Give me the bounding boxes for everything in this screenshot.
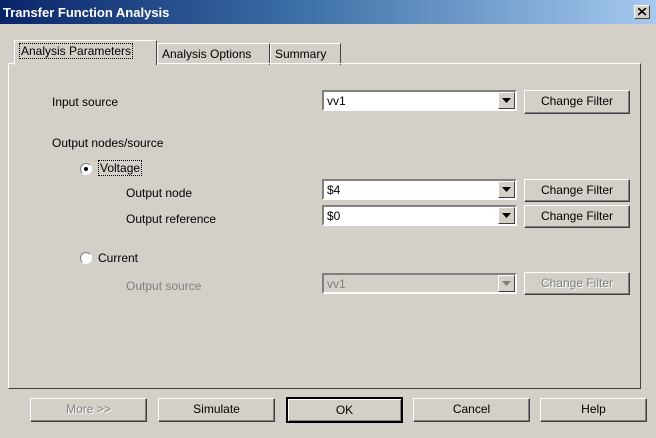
close-icon <box>638 8 647 16</box>
dropdown-arrow[interactable] <box>498 92 515 109</box>
output-nodes-label: Output nodes/source <box>52 136 164 150</box>
input-source-change-filter-button[interactable]: Change Filter <box>524 90 630 114</box>
window-title: Transfer Function Analysis <box>3 5 170 20</box>
output-node-change-filter-button[interactable]: Change Filter <box>524 179 630 202</box>
close-button[interactable] <box>634 5 650 19</box>
more-button[interactable]: More >> <box>30 398 147 422</box>
input-source-select[interactable]: vv1 <box>322 90 517 111</box>
output-source-change-filter-button[interactable]: Change Filter <box>524 272 630 295</box>
output-source-select[interactable]: vv1 <box>322 273 517 294</box>
voltage-label-text: Voltage <box>98 160 143 176</box>
voltage-radio-label[interactable]: Voltage <box>98 160 143 176</box>
title-bar: Transfer Function Analysis <box>0 0 656 24</box>
chevron-down-icon <box>502 213 511 218</box>
output-reference-label: Output reference <box>126 212 217 226</box>
dropdown-arrow[interactable] <box>498 207 515 224</box>
output-reference-value: $0 <box>327 209 341 223</box>
help-button[interactable]: Help <box>540 398 647 422</box>
tab-label: Summary <box>275 47 327 61</box>
output-reference-select[interactable]: $0 <box>322 205 517 226</box>
tab-analysis-parameters[interactable]: Analysis Parameters <box>14 40 157 65</box>
simulate-button[interactable]: Simulate <box>158 398 275 422</box>
output-source-value: vv1 <box>327 277 346 291</box>
ok-button[interactable]: OK <box>286 397 403 423</box>
input-source-label: Input source <box>52 95 119 109</box>
output-node-label: Output node <box>126 186 193 200</box>
radio-dot <box>84 167 88 171</box>
current-radio-label[interactable]: Current <box>98 251 138 265</box>
output-node-select[interactable]: $4 <box>322 179 517 200</box>
output-reference-change-filter-button[interactable]: Change Filter <box>524 205 630 228</box>
tab-summary[interactable]: Summary <box>270 43 341 65</box>
dropdown-arrow[interactable] <box>498 181 515 198</box>
current-radio[interactable] <box>80 252 92 264</box>
output-node-value: $4 <box>327 183 341 197</box>
dropdown-arrow[interactable] <box>498 275 515 292</box>
voltage-radio[interactable] <box>80 163 92 175</box>
tab-label: Analysis Options <box>162 47 252 61</box>
tab-analysis-options[interactable]: Analysis Options <box>157 43 270 65</box>
chevron-down-icon <box>502 281 511 286</box>
chevron-down-icon <box>502 187 511 192</box>
chevron-down-icon <box>502 98 511 103</box>
output-source-label: Output source <box>126 279 202 293</box>
input-source-value: vv1 <box>327 94 346 108</box>
tab-label: Analysis Parameters <box>19 43 134 59</box>
cancel-button[interactable]: Cancel <box>413 398 530 422</box>
